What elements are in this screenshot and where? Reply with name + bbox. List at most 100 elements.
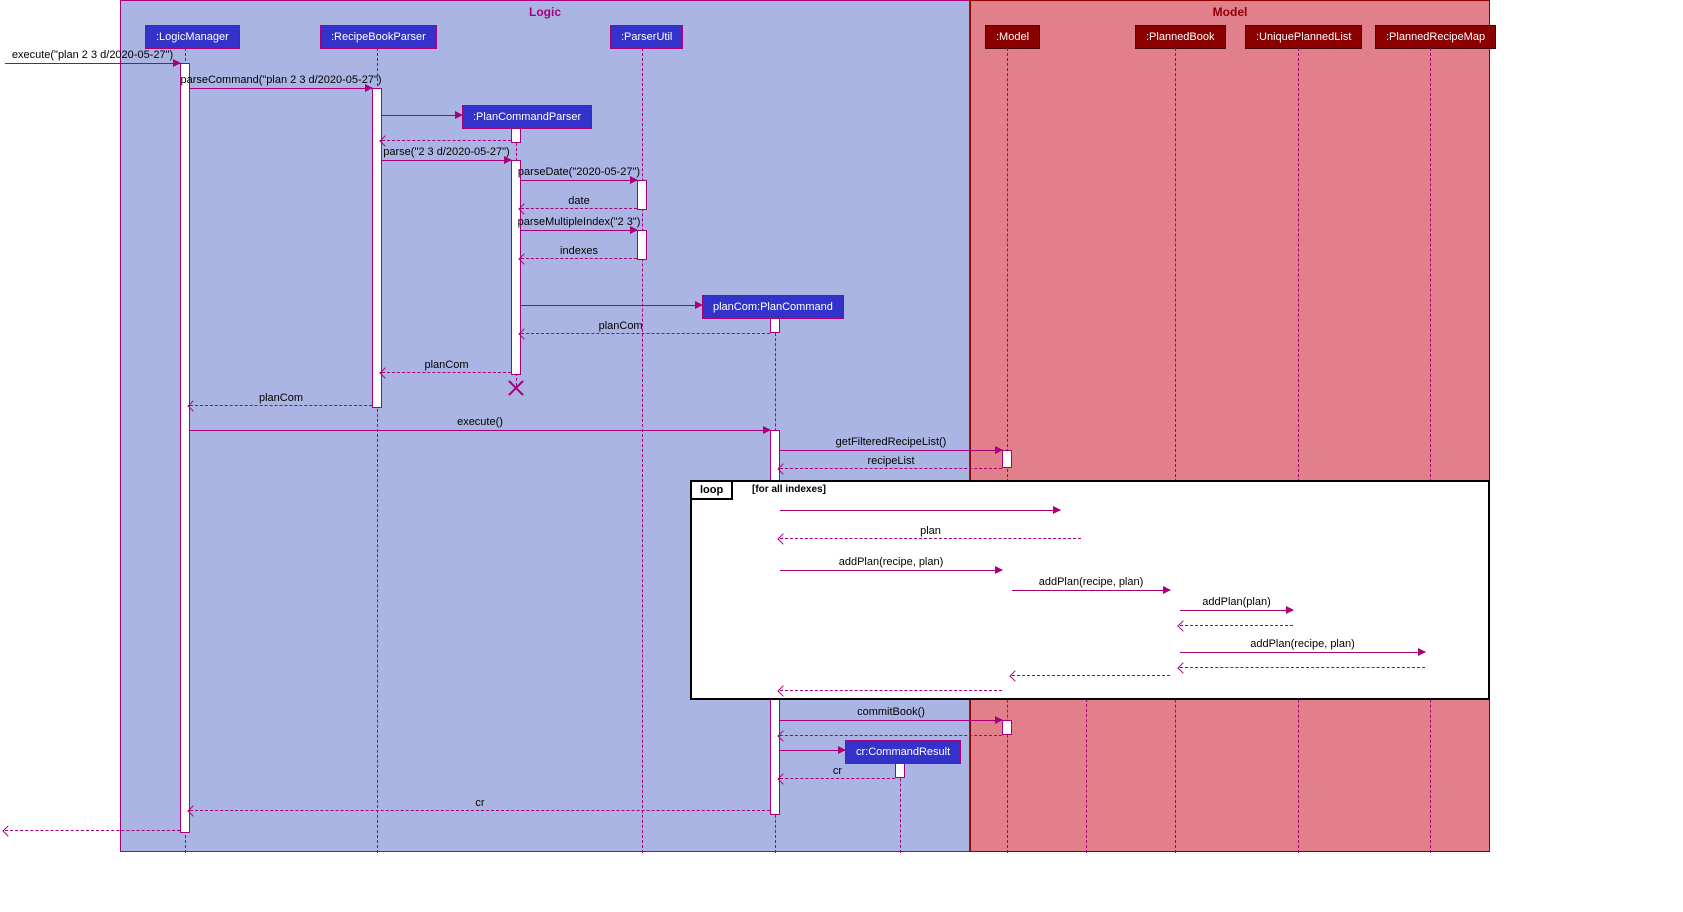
msg-parsedate: parseDate("2020-05-27") [521, 180, 637, 181]
arrow-icon [995, 716, 1003, 724]
arrow-icon [1053, 506, 1061, 514]
arrow-icon [630, 176, 638, 184]
msg-addplan1: addPlan(recipe, plan) [780, 570, 1002, 571]
msg-indexes-return: indexes [521, 258, 637, 259]
msg-getfilteredrecipelist-label: getFilteredRecipeList() [836, 436, 947, 448]
loop-guard: [for all indexes] [752, 484, 826, 495]
arrow-icon [630, 226, 638, 234]
recipebookparser-activation [372, 88, 382, 408]
arrow-icon [695, 301, 703, 309]
plancommand-activation1 [770, 318, 780, 333]
arrow-icon [1286, 606, 1294, 614]
msg-addplan2: addPlan(recipe, plan) [1012, 590, 1170, 591]
msg-create-plancommandparser [382, 115, 462, 116]
uniqueplannedlist-lifeline [1298, 48, 1299, 853]
msg-execute2: execute() [190, 430, 770, 431]
plannedrecipemap-lifeline [1430, 48, 1431, 853]
msg-commitbook: commitBook() [780, 720, 1002, 721]
commandresult-activation [895, 763, 905, 778]
arrow-icon [995, 566, 1003, 574]
msg-create-commandresult [780, 750, 845, 751]
msg-execute1-label: execute("plan 2 3 d/2020-05-27") [12, 49, 173, 61]
logicmanager-head: :LogicManager [145, 25, 240, 49]
commandresult-head: cr:CommandResult [845, 740, 961, 764]
msg-cr-return: cr [780, 778, 895, 779]
msg-parsemultipleindex-label: parseMultipleIndex("2 3") [518, 216, 641, 228]
msg-addplan3-return [1180, 625, 1293, 626]
msg-plancom-return3: planCom [190, 405, 372, 406]
plancommandparser-activation1 [511, 128, 521, 143]
msg-create-plan [780, 510, 1060, 511]
parserutil-head: :ParserUtil [610, 25, 683, 49]
uniqueplannedlist-head: :UniquePlannedList [1245, 25, 1362, 49]
arrow-icon [763, 426, 771, 434]
msg-parsemultipleindex: parseMultipleIndex("2 3") [521, 230, 637, 231]
msg-recipelist-return: recipeList [780, 468, 1002, 469]
arrow-icon [365, 84, 373, 92]
parserutil-activation2 [637, 230, 647, 260]
msg-plan-return: plan [780, 538, 1081, 539]
msg-addplan2-label: addPlan(recipe, plan) [1039, 576, 1144, 588]
msg-plancom-return1-label: planCom [599, 320, 643, 332]
plancommandparser-activation2 [511, 160, 521, 375]
msg-indexes-return-label: indexes [560, 245, 598, 257]
msg-addplan2-return [1012, 675, 1170, 676]
plancommandparser-head: :PlanCommandParser [462, 105, 592, 129]
model-activation1 [1002, 450, 1012, 468]
msg-addplan3: addPlan(plan) [1180, 610, 1293, 611]
plancommandparser-destroy-icon [506, 378, 526, 398]
msg-addplan1-label: addPlan(recipe, plan) [839, 556, 944, 568]
model-activation3 [1002, 720, 1012, 735]
msg-addplan1-return [780, 690, 1002, 691]
plannedrecipemap-head: :PlannedRecipeMap [1375, 25, 1496, 49]
model-head: :Model [985, 25, 1040, 49]
msg-addplan4-label: addPlan(recipe, plan) [1250, 638, 1355, 650]
msg-plancom-return2: planCom [382, 372, 511, 373]
msg-cr-return2: cr [190, 810, 770, 811]
msg-parsedate-label: parseDate("2020-05-27") [518, 166, 640, 178]
arrow-icon [995, 446, 1003, 454]
plannedbook-head: :PlannedBook [1135, 25, 1226, 49]
arrow-icon [2, 825, 13, 836]
msg-addplan3-label: addPlan(plan) [1202, 596, 1271, 608]
plannedbook-lifeline [1175, 48, 1176, 853]
recipebookparser-head: :RecipeBookParser [320, 25, 437, 49]
arrow-icon [504, 156, 512, 164]
logic-partition-label: Logic [529, 5, 561, 19]
model-partition: Model [970, 0, 1490, 852]
parserutil-activation1 [637, 180, 647, 210]
msg-date-return-label: date [568, 195, 589, 207]
msg-cr-return2-label: cr [475, 797, 484, 809]
msg-final-return [5, 830, 180, 831]
msg-commitbook-return [780, 735, 1002, 736]
msg-addplan4: addPlan(recipe, plan) [1180, 652, 1425, 653]
msg-create-plancommand [521, 305, 702, 306]
msg-execute1: execute("plan 2 3 d/2020-05-27") [5, 63, 180, 64]
msg-parsecommand: parseCommand("plan 2 3 d/2020-05-27") [190, 88, 372, 89]
arrow-icon [455, 111, 463, 119]
msg-plancom-return2-label: planCom [424, 359, 468, 371]
msg-recipelist-return-label: recipeList [867, 455, 914, 467]
loop-tag: loop [692, 482, 733, 500]
arrow-icon [1418, 648, 1426, 656]
msg-parse: parse("2 3 d/2020-05-27") [382, 160, 511, 161]
msg-plancom-return3-label: planCom [259, 392, 303, 404]
msg-addplan4-return [1180, 667, 1425, 668]
msg-plan-return-label: plan [920, 525, 941, 537]
msg-plancom-return1: planCom [521, 333, 770, 334]
msg-return-plancommandparser [382, 140, 511, 141]
plancommand-head: planCom:PlanCommand [702, 295, 844, 319]
arrow-icon [838, 746, 846, 754]
msg-cr-return-label: cr [833, 765, 842, 777]
msg-getfilteredrecipelist: getFilteredRecipeList() [780, 450, 1002, 451]
logicmanager-activation [180, 63, 190, 833]
model-partition-label: Model [1213, 5, 1248, 19]
msg-parse-label: parse("2 3 d/2020-05-27") [383, 146, 509, 158]
parserutil-lifeline [642, 48, 643, 853]
msg-execute2-label: execute() [457, 416, 503, 428]
arrow-icon [173, 59, 181, 67]
arrow-icon [1163, 586, 1171, 594]
msg-date-return: date [521, 208, 637, 209]
msg-commitbook-label: commitBook() [857, 706, 925, 718]
msg-parsecommand-label: parseCommand("plan 2 3 d/2020-05-27") [180, 74, 381, 86]
